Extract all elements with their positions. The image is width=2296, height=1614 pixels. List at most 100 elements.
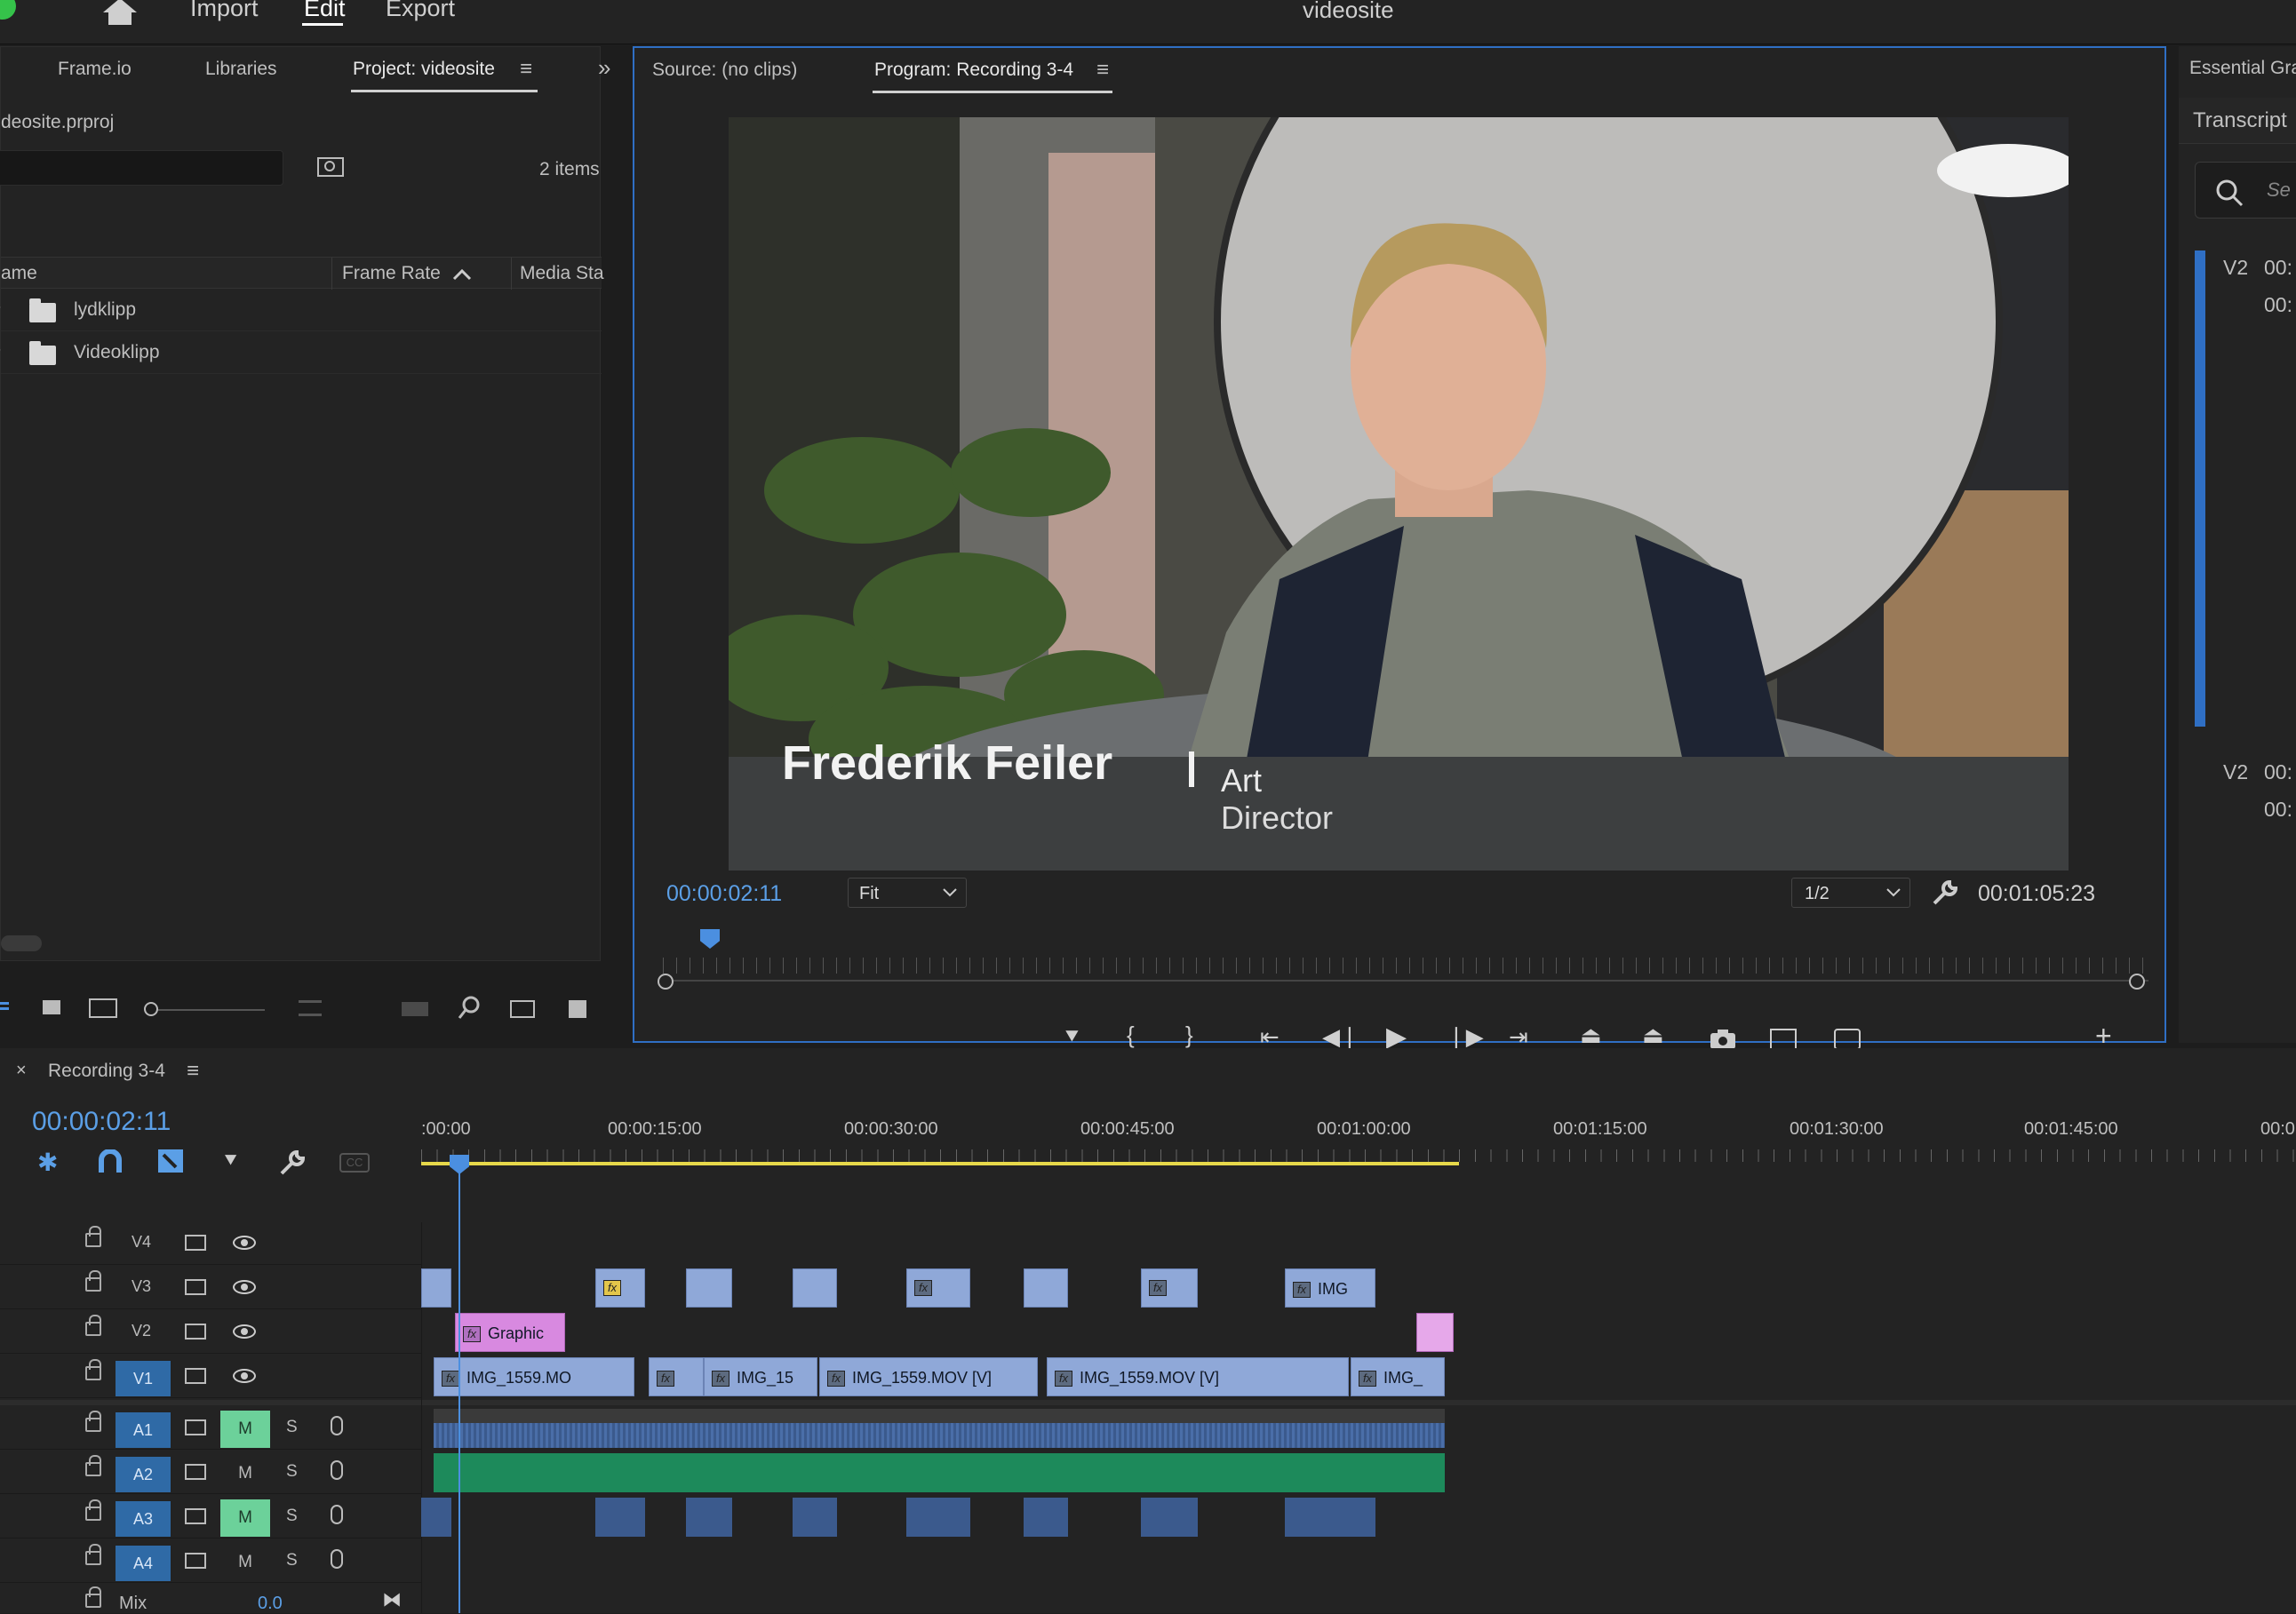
col-media-start[interactable]: Media Sta (520, 263, 604, 284)
mix-volume-value[interactable]: 0.0 (258, 1594, 283, 1614)
list-item[interactable]: › Videoklipp (0, 333, 602, 374)
sequence-tab[interactable]: Recording 3-4 (48, 1061, 165, 1082)
sort-icon[interactable] (299, 1000, 322, 1016)
track-label[interactable]: V2 (132, 1322, 151, 1340)
wrench-icon[interactable] (1932, 879, 1958, 906)
audio-clip-a3[interactable] (686, 1498, 732, 1537)
panel-menu-icon[interactable]: ≡ (1096, 58, 1109, 83)
solo-button[interactable]: S (286, 1462, 298, 1482)
track-target-a1[interactable]: A1 (116, 1412, 171, 1448)
mix-pan-icon[interactable]: ⧓ (382, 1588, 402, 1611)
clip-v1[interactable]: fx IMG_15 (704, 1357, 817, 1396)
solo-button[interactable]: S (286, 1418, 298, 1437)
timeline-ruler[interactable]: :00:00 00:00:15:00 00:00:30:00 00:00:45:… (421, 1119, 2296, 1173)
clip-v3[interactable]: fx (1141, 1268, 1198, 1308)
audio-clip-a2[interactable] (434, 1453, 1445, 1492)
automate-icon[interactable] (402, 1002, 428, 1016)
monitor-ruler[interactable] (663, 958, 2154, 974)
clip-v3[interactable] (793, 1268, 837, 1308)
nav-edit[interactable]: Edit (304, 0, 346, 22)
eye-icon[interactable] (233, 1280, 256, 1294)
work-area-bar[interactable] (421, 1162, 1459, 1165)
tab-program[interactable]: Program: Recording 3-4 (874, 60, 1073, 81)
panel-menu-icon[interactable]: ≡ (187, 1059, 199, 1084)
audio-clip-a3[interactable] (1141, 1498, 1198, 1537)
lock-icon[interactable] (85, 1359, 101, 1380)
lock-icon[interactable] (85, 1586, 101, 1608)
audio-clip-a3[interactable] (595, 1498, 645, 1537)
monitor-playhead[interactable] (700, 929, 720, 949)
lock-icon[interactable] (85, 1226, 101, 1247)
close-sequence-icon[interactable]: × (16, 1061, 27, 1081)
mic-icon[interactable] (331, 1505, 343, 1524)
nest-icon[interactable]: ✱ (37, 1148, 58, 1177)
tab-source[interactable]: Source: (no clips) (652, 60, 797, 81)
sync-lock-icon[interactable] (185, 1235, 206, 1251)
audio-clip-a3[interactable] (793, 1498, 837, 1537)
bin-search-icon[interactable] (317, 157, 344, 177)
sync-lock-icon[interactable] (185, 1279, 206, 1295)
mic-icon[interactable] (331, 1460, 343, 1480)
eye-icon[interactable] (233, 1324, 256, 1339)
overflow-chevron-icon[interactable]: » (598, 54, 610, 82)
track-target-v1[interactable]: V1 (116, 1361, 171, 1396)
clip-graphic[interactable] (1416, 1313, 1454, 1352)
extract-icon[interactable]: ⏏ (1642, 1022, 1664, 1049)
lock-icon[interactable] (85, 1499, 101, 1521)
window-dot[interactable] (0, 0, 16, 20)
list-item[interactable]: › lydklipp (0, 290, 602, 331)
sync-lock-icon[interactable] (185, 1508, 206, 1524)
new-item-icon[interactable] (569, 1000, 586, 1018)
eye-icon[interactable] (233, 1369, 256, 1383)
lock-icon[interactable] (85, 1411, 101, 1432)
clip-graphic[interactable]: fx Graphic (455, 1313, 565, 1352)
audio-clip-a3[interactable] (1285, 1498, 1375, 1537)
freeform-view-icon[interactable] (89, 998, 117, 1018)
clip-v3[interactable]: fx (595, 1268, 645, 1308)
expand-arrow-icon[interactable]: › (0, 298, 1, 316)
step-back-icon[interactable]: ◀❘ (1322, 1023, 1359, 1051)
eye-icon[interactable] (233, 1236, 256, 1250)
track-target-a4[interactable]: A4 (116, 1546, 171, 1581)
sync-lock-icon[interactable] (185, 1324, 206, 1340)
scroll-start-handle[interactable] (658, 974, 674, 990)
tab-essential-graphics[interactable]: Essential Gra (2189, 58, 2296, 79)
tab-libraries[interactable]: Libraries (205, 59, 277, 80)
clip-v1[interactable]: fx IMG_1559.MOV [V] (819, 1357, 1038, 1396)
mute-button[interactable]: M (220, 1544, 270, 1581)
mark-out-icon[interactable]: } (1185, 1022, 1193, 1049)
audio-clip-a3[interactable] (1024, 1498, 1068, 1537)
track-label[interactable]: V3 (132, 1277, 151, 1296)
sync-lock-icon[interactable] (185, 1368, 206, 1384)
transcript-search-input[interactable]: Se (2195, 162, 2296, 219)
clip-v1[interactable]: fx IMG_ (1351, 1357, 1445, 1396)
lock-icon[interactable] (85, 1315, 101, 1336)
icon-view-icon[interactable] (43, 1000, 60, 1014)
nav-export[interactable]: Export (386, 0, 455, 22)
lock-icon[interactable] (85, 1270, 101, 1292)
sync-lock-icon[interactable] (185, 1464, 206, 1480)
clip-v3[interactable]: fx IMG (1285, 1268, 1375, 1308)
lock-icon[interactable] (85, 1544, 101, 1565)
linked-selection-icon[interactable] (156, 1148, 185, 1174)
track-target-a3[interactable]: A3 (116, 1501, 171, 1537)
toggle-proxies-icon[interactable] (1834, 1029, 1861, 1050)
resolution-select[interactable]: 1/2 (1791, 878, 1910, 908)
panel-menu-icon[interactable]: ≡ (520, 57, 532, 82)
lift-icon[interactable]: ⏏ (1580, 1022, 1602, 1049)
timeline-settings-wrench-icon[interactable] (279, 1149, 306, 1176)
solo-button[interactable]: S (286, 1551, 298, 1570)
mute-button[interactable]: M (220, 1499, 270, 1537)
snap-magnet-icon[interactable] (98, 1149, 123, 1174)
expand-arrow-icon[interactable]: › (0, 340, 1, 359)
zoom-fit-select[interactable]: Fit (848, 878, 967, 908)
go-to-out-icon[interactable]: ⇥ (1509, 1023, 1528, 1051)
mic-icon[interactable] (331, 1416, 343, 1435)
playhead-timecode[interactable]: 00:00:02:11 (666, 881, 782, 907)
comparison-view-icon[interactable] (1770, 1029, 1797, 1050)
zoom-slider[interactable] (158, 1009, 265, 1011)
clip-v3[interactable] (686, 1268, 732, 1308)
track-target-a2[interactable]: A2 (116, 1457, 171, 1492)
lock-icon[interactable] (85, 1455, 101, 1476)
home-icon[interactable] (101, 0, 139, 27)
